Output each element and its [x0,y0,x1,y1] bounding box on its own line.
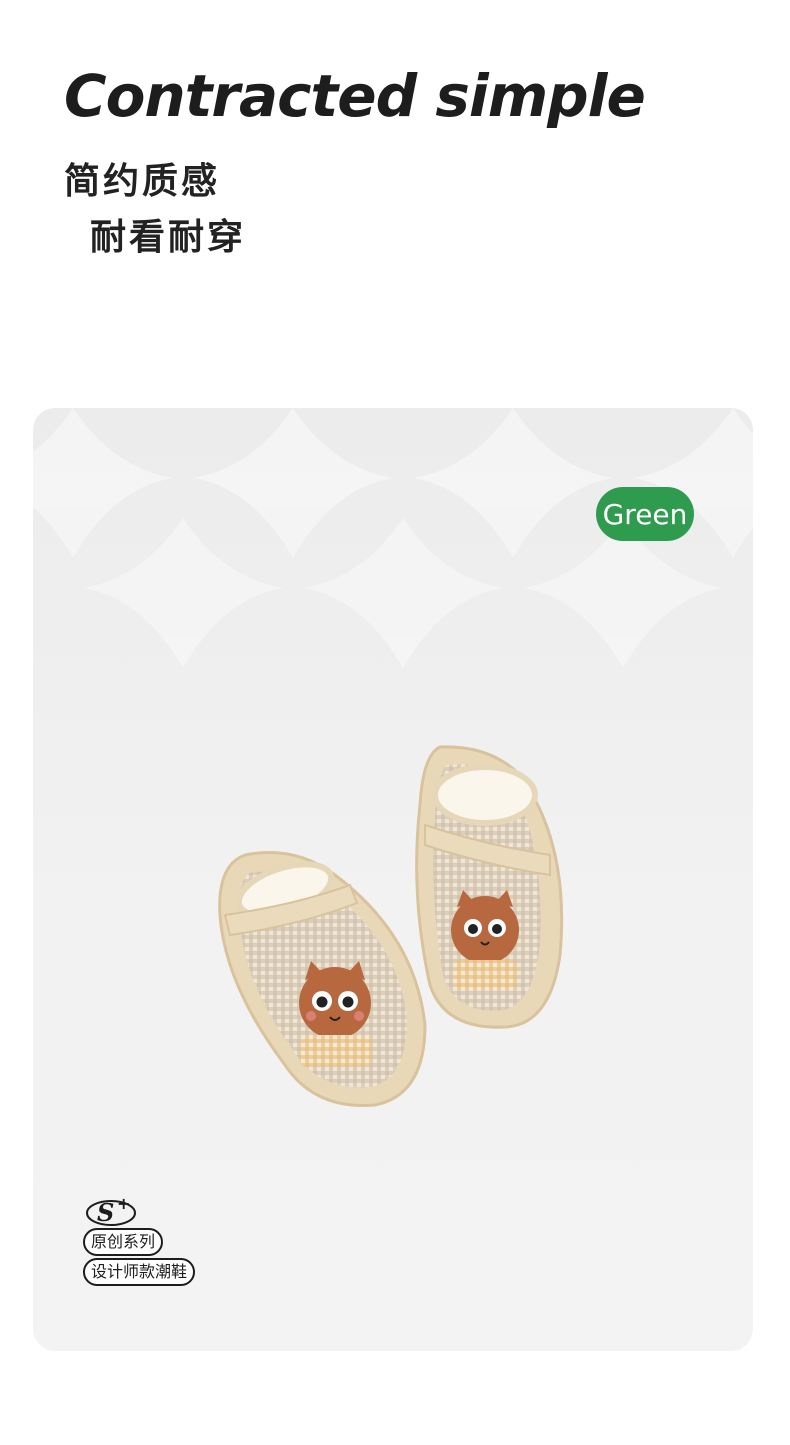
svg-text:+: + [117,1194,130,1213]
brand-logo-icon: S + [86,1194,136,1227]
subtitle-line-2: 耐看耐穿 [90,217,247,258]
baby-sandals-image [218,745,564,1107]
subtitle-line-1: 简约质感 [64,161,221,202]
brand-line-2: 设计师款潮鞋 [83,1258,196,1286]
color-badge: Green [596,487,694,541]
background-pattern [33,408,753,668]
brand-line-1: 原创系列 [83,1228,164,1256]
headline: Contracted simple [64,62,646,130]
svg-text:S: S [97,1198,114,1227]
